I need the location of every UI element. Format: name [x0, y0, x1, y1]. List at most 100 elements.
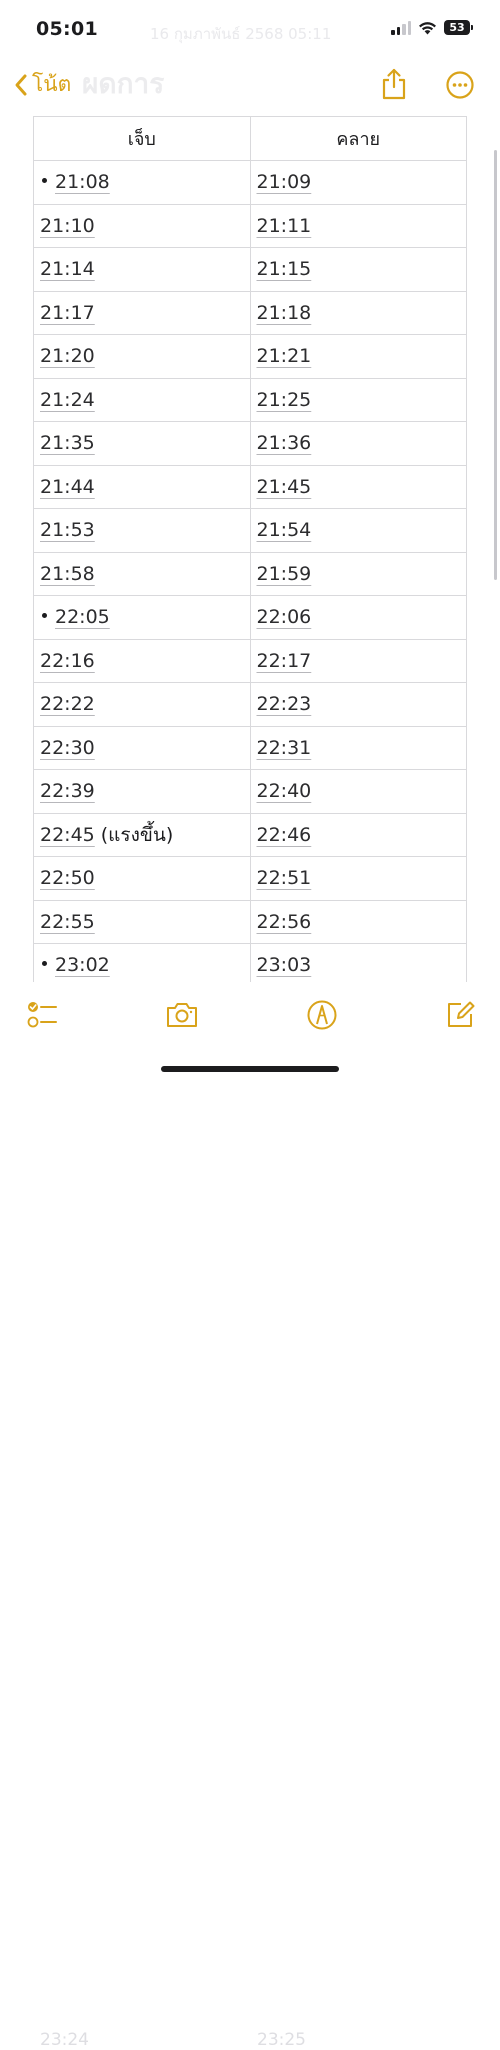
compose-icon[interactable] [443, 998, 477, 1032]
time-link[interactable]: 21:24 [40, 389, 95, 411]
cell-relax-time[interactable]: 22:51 [249, 856, 467, 901]
cell-pain-time[interactable]: 22:55 [33, 899, 251, 944]
cell-pain-time[interactable]: 22:45 (แรงขึ้น) [33, 812, 251, 857]
time-link[interactable]: 21:59 [257, 563, 312, 585]
table-row: 22:50 22:51 [33, 856, 467, 901]
header-pain[interactable]: เจ็บ [33, 116, 251, 161]
cell-relax-time[interactable]: 23:03 [249, 943, 467, 982]
cell-relax-time[interactable]: 22:17 [249, 638, 467, 683]
cell-relax-time[interactable]: 21:45 [249, 464, 467, 509]
time-link[interactable]: 22:31 [257, 737, 312, 759]
table-row: 22:22 22:23 [33, 682, 467, 727]
bullet-icon [42, 613, 47, 619]
time-link[interactable]: 22:30 [40, 737, 95, 759]
time-link[interactable]: 21:54 [257, 519, 312, 541]
cell-relax-time[interactable]: 21:54 [249, 508, 467, 553]
time-link[interactable]: 22:23 [257, 693, 312, 715]
cell-pain-time[interactable]: 21:10 [33, 203, 251, 248]
home-indicator[interactable] [161, 1066, 339, 1072]
time-link[interactable]: 21:58 [40, 563, 95, 585]
cell-relax-time[interactable]: 22:23 [249, 682, 467, 727]
time-link[interactable]: 21:14 [40, 258, 95, 280]
cell-pain-time[interactable]: 21:08 [33, 160, 251, 205]
table-row: 22:55 22:56 [33, 899, 467, 944]
cell-relax-time[interactable]: 21:59 [249, 551, 467, 596]
note-table[interactable]: เจ็บ คลาย 21:08 21:09 21:10 21:11 21:14 21:15… [33, 116, 467, 982]
cell-pain-time[interactable]: 21:44 [33, 464, 251, 509]
time-link[interactable]: 22:51 [257, 867, 312, 889]
time-link[interactable]: 22:16 [40, 650, 95, 672]
time-link[interactable]: 22:39 [40, 780, 95, 802]
cell-pain-time[interactable]: 21:58 [33, 551, 251, 596]
time-link[interactable]: 22:45 [40, 824, 95, 846]
wifi-icon [419, 21, 436, 34]
cell-pain-time[interactable]: 22:50 [33, 856, 251, 901]
cell-relax-time[interactable]: 22:56 [249, 899, 467, 944]
time-link[interactable]: 22:50 [40, 867, 95, 889]
cell-pain-time[interactable]: 21:24 [33, 377, 251, 422]
note-text: (แรงขึ้น) [100, 823, 174, 846]
cell-relax-time[interactable]: 21:25 [249, 377, 467, 422]
time-link[interactable]: 21:21 [257, 345, 312, 367]
time-link[interactable]: 22:17 [257, 650, 312, 672]
checklist-icon[interactable] [25, 998, 59, 1032]
time-link[interactable]: 21:35 [40, 432, 95, 454]
status-icons: 53 [391, 20, 473, 35]
time-link[interactable]: 21:36 [257, 432, 312, 454]
time-link[interactable]: 21:10 [40, 215, 95, 237]
cell-pain-time[interactable]: 21:53 [33, 508, 251, 553]
cell-pain-time[interactable]: 22:39 [33, 769, 251, 814]
cell-pain-time[interactable]: 22:05 [33, 595, 251, 640]
table-row: 21:20 21:21 [33, 334, 467, 379]
time-link[interactable]: 21:53 [40, 519, 95, 541]
scrollbar[interactable] [494, 150, 497, 580]
cell-pain-time[interactable]: 22:30 [33, 725, 251, 770]
time-link[interactable]: 23:03 [257, 954, 312, 976]
cell-relax-time[interactable]: 21:18 [249, 290, 467, 335]
cell-pain-time[interactable]: 21:20 [33, 334, 251, 379]
cell-pain-time[interactable]: 21:14 [33, 247, 251, 292]
time-link[interactable]: 21:11 [257, 215, 312, 237]
time-link[interactable]: 22:55 [40, 911, 95, 933]
table-row: 21:24 21:25 [33, 377, 467, 422]
pen-circle-icon[interactable] [305, 998, 339, 1032]
header-relax[interactable]: คลาย [249, 116, 467, 161]
time-link[interactable]: 21:17 [40, 302, 95, 324]
camera-icon[interactable] [165, 998, 199, 1032]
cell-pain-time[interactable]: 21:17 [33, 290, 251, 335]
time-link[interactable]: 21:15 [257, 258, 312, 280]
cell-relax-time[interactable]: 21:21 [249, 334, 467, 379]
time-link[interactable]: 22:40 [257, 780, 312, 802]
cellular-signal-icon [391, 20, 411, 35]
cell-relax-time[interactable]: 22:06 [249, 595, 467, 640]
nav-bar: โน้ต [0, 60, 500, 110]
time-link[interactable]: 21:18 [257, 302, 312, 324]
time-link[interactable]: 21:08 [55, 171, 110, 193]
cell-relax-time[interactable]: 21:36 [249, 421, 467, 466]
time-link[interactable]: 22:56 [257, 911, 312, 933]
cell-relax-time[interactable]: 22:46 [249, 812, 467, 857]
cell-relax-time[interactable]: 21:11 [249, 203, 467, 248]
cell-relax-time[interactable]: 21:15 [249, 247, 467, 292]
cell-pain-time[interactable]: 22:22 [33, 682, 251, 727]
time-link[interactable]: 23:02 [55, 954, 110, 976]
ellipsis-circle-icon[interactable] [445, 70, 475, 100]
back-button[interactable]: โน้ต [14, 68, 71, 101]
table-row: 21:35 21:36 [33, 421, 467, 466]
cell-pain-time[interactable]: 21:35 [33, 421, 251, 466]
share-icon[interactable] [380, 68, 408, 100]
cell-relax-time[interactable]: 21:09 [249, 160, 467, 205]
time-link[interactable]: 21:44 [40, 476, 95, 498]
time-link[interactable]: 21:45 [257, 476, 312, 498]
time-link[interactable]: 21:20 [40, 345, 95, 367]
time-link[interactable]: 21:09 [257, 171, 312, 193]
time-link[interactable]: 22:06 [257, 606, 312, 628]
time-link[interactable]: 22:22 [40, 693, 95, 715]
cell-relax-time[interactable]: 22:31 [249, 725, 467, 770]
time-link[interactable]: 22:05 [55, 606, 110, 628]
cell-pain-time[interactable]: 23:02 [33, 943, 251, 982]
cell-relax-time[interactable]: 22:40 [249, 769, 467, 814]
time-link[interactable]: 22:46 [257, 824, 312, 846]
time-link[interactable]: 21:25 [257, 389, 312, 411]
cell-pain-time[interactable]: 22:16 [33, 638, 251, 683]
